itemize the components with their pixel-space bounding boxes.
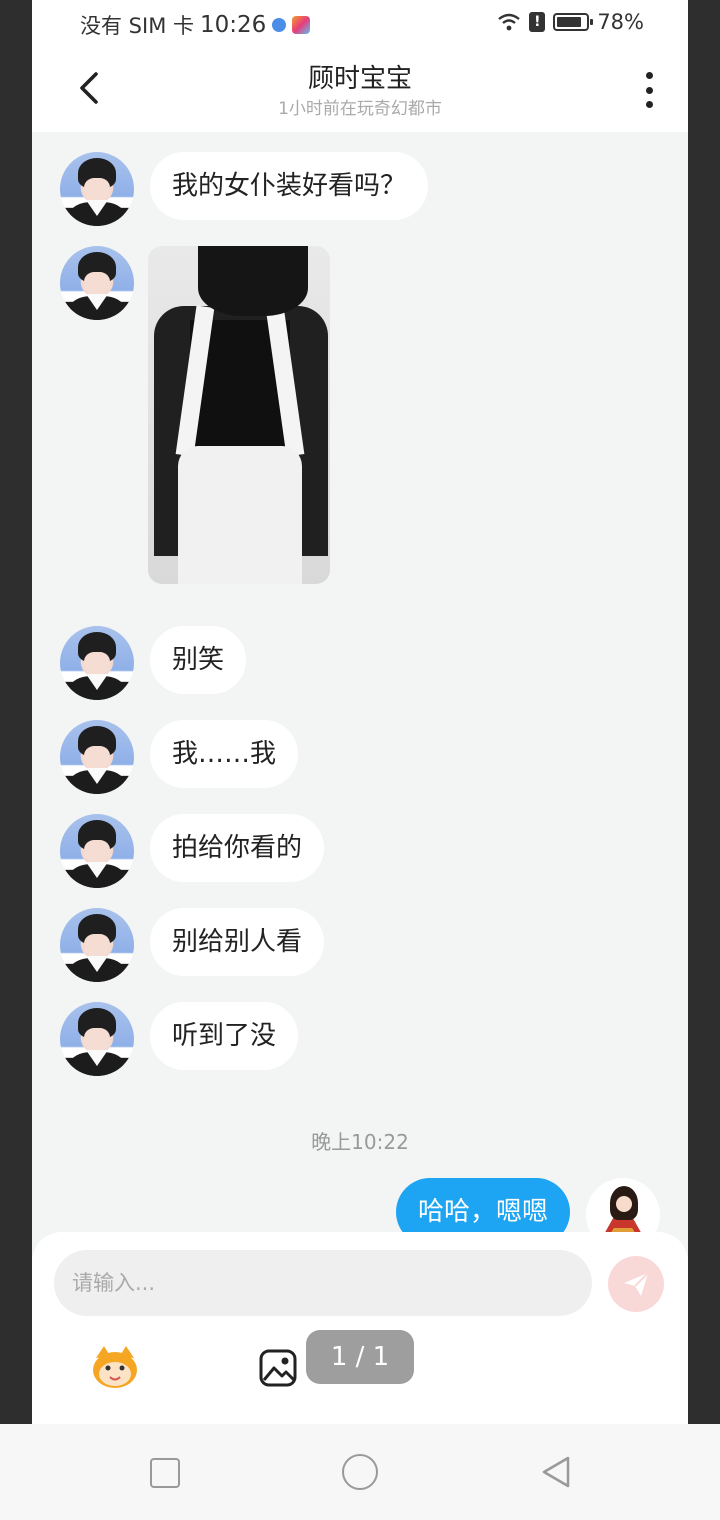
send-button[interactable] bbox=[608, 1256, 664, 1312]
page-indicator: 1 / 1 bbox=[306, 1330, 414, 1384]
message-bubble[interactable]: 我……我 bbox=[150, 720, 299, 788]
emoji-icon bbox=[93, 1346, 137, 1388]
contact-avatar[interactable] bbox=[60, 1002, 134, 1076]
chat-header: 顾时宝宝 1小时前在玩奇幻都市 bbox=[32, 46, 688, 132]
nav-back-icon[interactable] bbox=[538, 1454, 574, 1490]
phone-frame: 没有 SIM 卡 10:26 ! 78% 顾时宝宝 1小时前在玩奇幻都市 我的女… bbox=[32, 0, 688, 1424]
contact-avatar[interactable] bbox=[60, 814, 134, 888]
clock: 10:26 bbox=[200, 12, 267, 38]
nav-recent-icon[interactable] bbox=[150, 1458, 180, 1488]
alert-icon: ! bbox=[529, 12, 546, 32]
more-button[interactable] bbox=[640, 70, 658, 110]
message-bubble[interactable]: 拍给你看的 bbox=[150, 814, 325, 882]
wifi-icon bbox=[498, 13, 521, 31]
message-bubble[interactable]: 听到了没 bbox=[150, 1002, 299, 1070]
battery-level: 78% bbox=[597, 10, 644, 34]
contact-name: 顾时宝宝 bbox=[307, 64, 412, 94]
message-input[interactable] bbox=[54, 1250, 592, 1316]
battery-icon bbox=[553, 13, 594, 31]
contact-avatar[interactable] bbox=[60, 152, 134, 226]
contact-status: 1小时前在玩奇幻都市 bbox=[278, 99, 442, 119]
message-row: 拍给你看的 bbox=[60, 814, 325, 888]
message-row bbox=[60, 246, 330, 584]
contact-avatar[interactable] bbox=[60, 246, 134, 320]
image-button[interactable] bbox=[258, 1348, 298, 1388]
status-left: 没有 SIM 卡 10:26 bbox=[80, 10, 311, 40]
message-bubble[interactable]: 别笑 bbox=[150, 626, 247, 694]
chat-area[interactable]: 我的女仆装好看吗？ 别笑 我……我 拍给你看的 别给别人看 听到了没 晚上10:… bbox=[32, 132, 688, 1252]
message-row: 听到了没 bbox=[60, 1002, 299, 1076]
timestamp-label: 晚上10:22 bbox=[311, 1130, 409, 1154]
message-row: 别笑 bbox=[60, 626, 247, 700]
message-bubble[interactable]: 我的女仆装好看吗？ bbox=[150, 152, 429, 220]
system-nav-bar bbox=[0, 1424, 720, 1520]
contact-avatar[interactable] bbox=[60, 720, 134, 794]
message-photo[interactable] bbox=[148, 246, 330, 584]
message-row: 别给别人看 bbox=[60, 908, 325, 982]
screen: 没有 SIM 卡 10:26 ! 78% 顾时宝宝 1小时前在玩奇幻都市 我的女… bbox=[0, 0, 720, 1520]
status-bar: 没有 SIM 卡 10:26 ! 78% bbox=[32, 0, 688, 46]
input-panel: 1 / 1 bbox=[32, 1232, 688, 1424]
more-icon bbox=[645, 72, 653, 79]
message-row: 我的女仆装好看吗？ bbox=[60, 152, 429, 226]
nav-home-icon[interactable] bbox=[342, 1454, 378, 1490]
send-icon bbox=[624, 1272, 649, 1296]
carrier-text: 没有 SIM 卡 bbox=[80, 14, 194, 38]
notification-icon bbox=[272, 18, 287, 32]
message-row: 我……我 bbox=[60, 720, 299, 794]
emoji-button[interactable] bbox=[88, 1344, 142, 1390]
contact-avatar[interactable] bbox=[60, 626, 134, 700]
contact-avatar[interactable] bbox=[60, 908, 134, 982]
message-bubble[interactable]: 别给别人看 bbox=[150, 908, 325, 976]
app-notification-icon bbox=[292, 16, 311, 34]
more-icon bbox=[645, 86, 653, 94]
image-icon bbox=[259, 1349, 297, 1387]
more-icon bbox=[645, 101, 653, 108]
status-right: ! 78% bbox=[497, 10, 644, 34]
